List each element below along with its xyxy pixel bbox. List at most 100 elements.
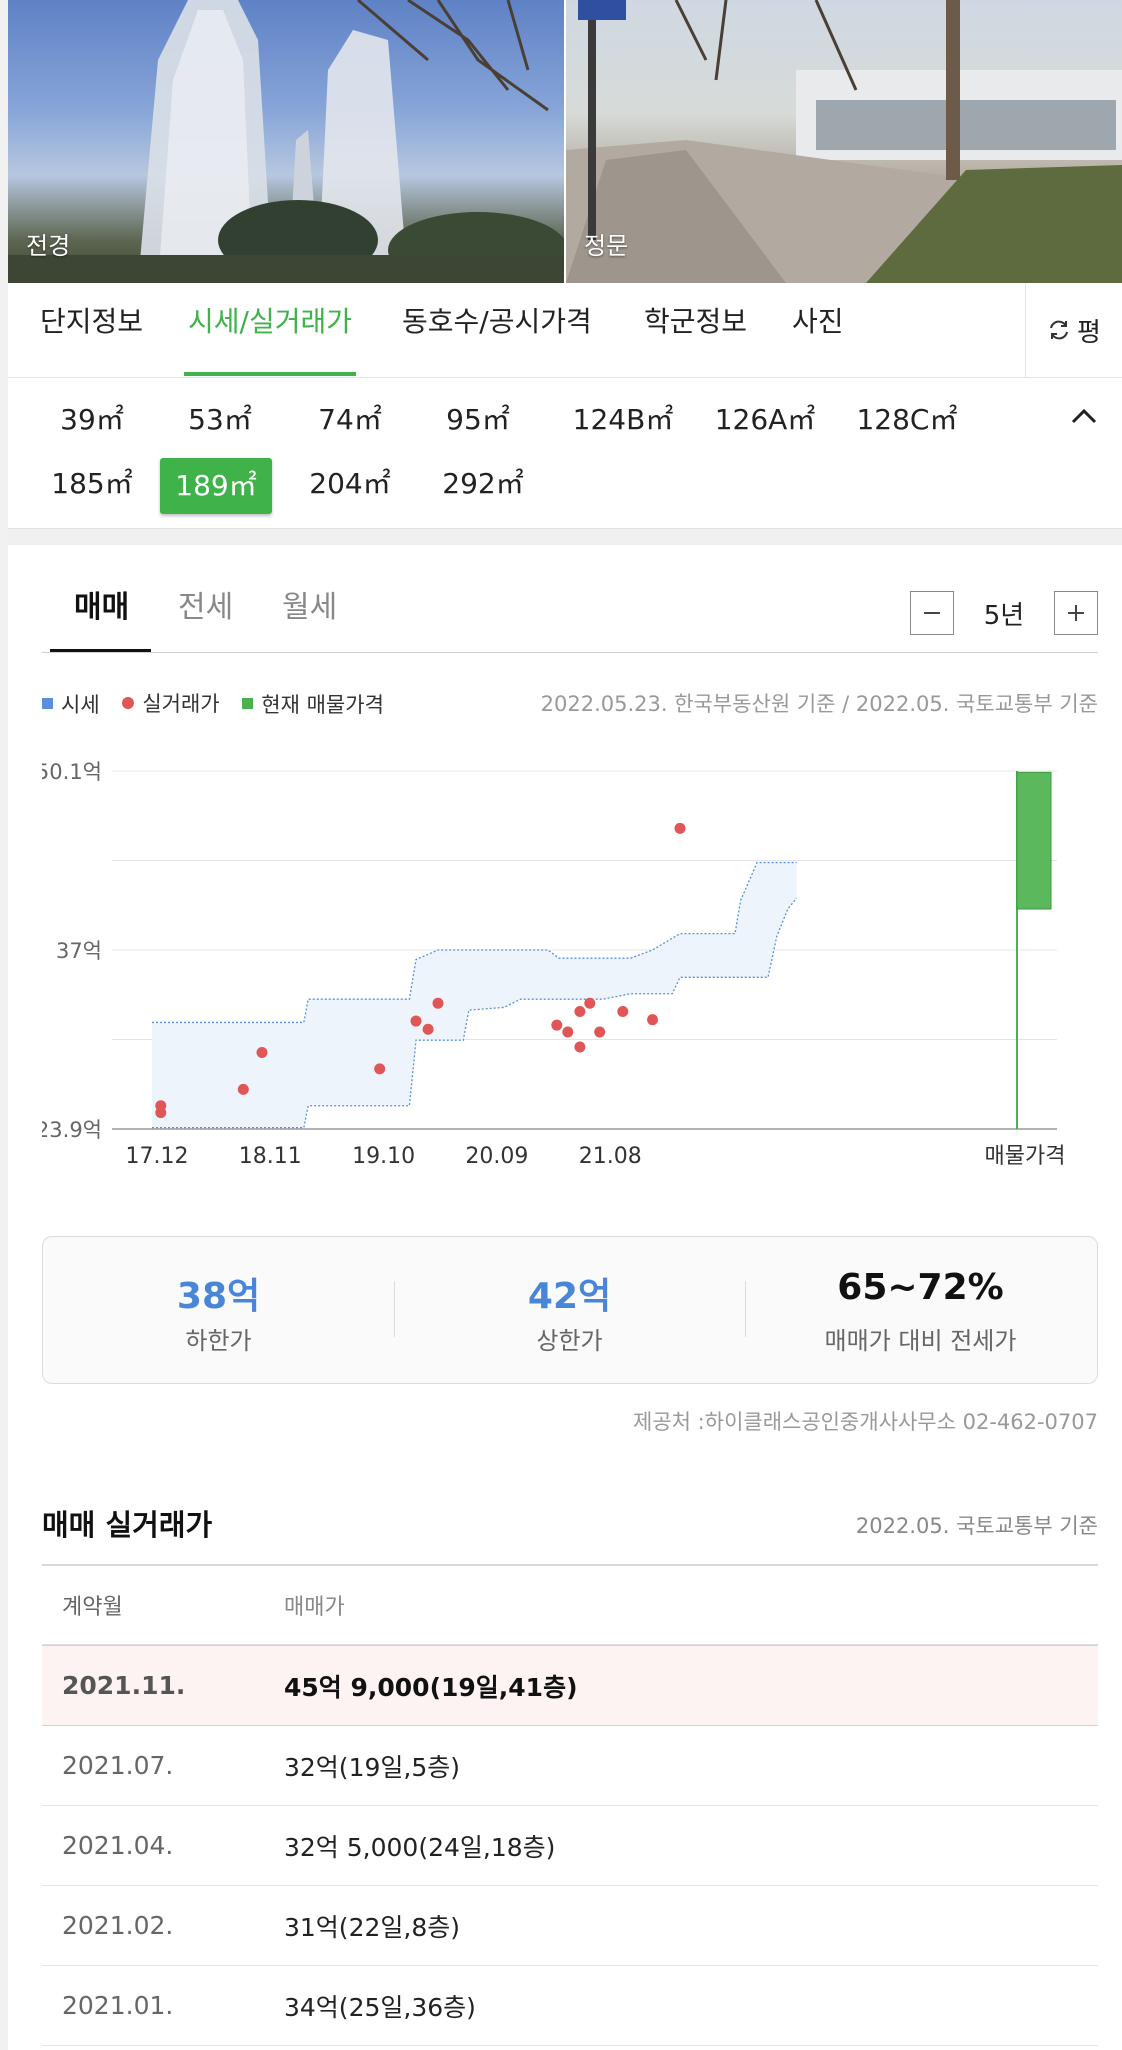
summary-low-label: 하한가 [185, 1327, 252, 1355]
tab-school-info[interactable]: 학군정보 [644, 283, 747, 377]
x-tick-label: 21.08 [579, 1144, 642, 1169]
size-option[interactable]: 95㎡ [418, 392, 538, 448]
size-option[interactable]: 124B㎡ [558, 392, 688, 448]
photo-strip: 전경 정문 [8, 0, 1122, 283]
price-summary-card: 38억 하한가 42억 상한가 65~72% 매매가 대비 전세가 [42, 1236, 1098, 1384]
collapse-chevron-up-icon[interactable] [1070, 406, 1098, 426]
summary-high-value: 42억 [527, 1276, 612, 1317]
tab-sale[interactable]: 매매 [49, 580, 152, 652]
table-row[interactable]: 2021.01. 34억(25일,36층) [42, 1966, 1098, 2046]
photo-caption-exterior: 전경 [26, 232, 71, 260]
size-option[interactable]: 74㎡ [290, 392, 410, 448]
table-row[interactable]: 2021.04. 32억 5,000(24일,18층) [42, 1806, 1098, 1886]
deals-table: 계약월 매매가 2021.11. 45억 9,000(19일,41층) 2021… [42, 1564, 1098, 2046]
provider-info: 제공처 :하이클래스공인중개사사무소 02-462-0707 [633, 1410, 1098, 1434]
listing-price-bar[interactable] [1016, 771, 1052, 910]
chart-legend: 시세 실거래가 현재 매물가격 2022.05.23. 한국부동산원 기준 / … [42, 688, 1098, 718]
legend-source-note: 2022.05.23. 한국부동산원 기준 / 2022.05. 국토교통부 기… [540, 692, 1098, 716]
row-price: 34억(25일,36층) [284, 1992, 476, 2022]
legend-square-icon [42, 698, 53, 709]
transaction-point[interactable] [647, 1014, 658, 1026]
tab-complex-info[interactable]: 단지정보 [40, 283, 143, 377]
header-month: 계약월 [62, 1595, 123, 1620]
transaction-point[interactable] [674, 822, 686, 834]
deals-title: 매매 실거래가 [42, 1508, 213, 1542]
transaction-point[interactable] [410, 1015, 422, 1027]
transaction-point[interactable] [432, 997, 444, 1009]
left-edge [0, 0, 8, 2050]
size-selector: 39㎡ 53㎡ 74㎡ 95㎡ 124B㎡ 126A㎡ 128C㎡ 185㎡ 1… [8, 378, 1122, 528]
summary-high: 42억 상한가 [394, 1237, 745, 1383]
tab-prices[interactable]: 시세/실거래가 [184, 283, 356, 377]
photo-exterior[interactable]: 전경 [8, 0, 564, 283]
page: 전경 정문 단지정보 시세/실거래가 동호수/공시가격 학군정보 사진 평 39… [8, 0, 1122, 2050]
transaction-point[interactable] [256, 1046, 268, 1058]
x-tick-label: 17.12 [126, 1144, 189, 1169]
unit-toggle-button[interactable]: 평 [1025, 283, 1122, 377]
size-option[interactable]: 292㎡ [418, 456, 548, 512]
transaction-point[interactable] [617, 1005, 629, 1017]
gate-illustration [566, 0, 1122, 283]
period-increase-button[interactable] [1054, 591, 1098, 635]
transaction-point[interactable] [155, 1100, 167, 1112]
size-option[interactable]: 39㎡ [32, 392, 152, 448]
tab-photos[interactable]: 사진 [792, 283, 844, 377]
row-month: 2021.11. [62, 1671, 186, 1700]
row-price: 31억(22일,8층) [284, 1912, 460, 1942]
table-row[interactable]: 2021.07. 32억(19일,5층) [42, 1726, 1098, 1806]
size-option[interactable]: 53㎡ [160, 392, 280, 448]
transaction-point[interactable] [574, 1005, 586, 1017]
photo-main-gate[interactable]: 정문 [566, 0, 1122, 283]
transaction-point[interactable] [374, 1063, 386, 1075]
transaction-point[interactable] [422, 1023, 434, 1035]
transaction-point[interactable] [584, 997, 596, 1009]
row-price: 45억 9,000(19일,41층) [284, 1672, 578, 1702]
tab-jeonse[interactable]: 전세 [178, 580, 233, 650]
period-decrease-button[interactable] [910, 591, 954, 635]
row-price: 32억(19일,5층) [284, 1752, 460, 1782]
y-tick-label: 23.9억 [42, 1118, 102, 1142]
x-tick-label: 20.09 [465, 1144, 528, 1169]
row-month: 2021.01. [62, 1991, 174, 2020]
row-month: 2021.04. [62, 1831, 174, 1860]
size-option-selected[interactable]: 189㎡ [160, 458, 272, 514]
x-tick-label: 매물가격 [985, 1144, 1066, 1169]
table-header: 계약월 매매가 [42, 1566, 1098, 1645]
size-option[interactable]: 204㎡ [290, 456, 410, 512]
period-label: 5년 [983, 600, 1025, 631]
x-tick-label: 18.11 [239, 1144, 302, 1169]
transaction-point[interactable] [237, 1083, 249, 1095]
size-option[interactable]: 126A㎡ [700, 392, 830, 448]
header-price: 매매가 [284, 1595, 345, 1620]
row-price: 32억 5,000(24일,18층) [284, 1832, 556, 1862]
market-price-band [152, 862, 797, 1128]
transaction-point[interactable] [562, 1026, 574, 1038]
size-option[interactable]: 128C㎡ [842, 392, 972, 448]
legend-item-transaction: 실거래가 [122, 688, 220, 718]
price-chart[interactable]: 50.1억 37억 23.9억 17.12 18.11 19.10 20.09 21.08 매물… [42, 745, 1098, 1175]
y-tick-label: 50.1억 [42, 760, 102, 784]
tab-units-official-price[interactable]: 동호수/공시가격 [402, 283, 592, 377]
legend-dot-icon [122, 697, 135, 709]
transaction-point[interactable] [594, 1026, 606, 1038]
deals-source-note: 2022.05. 국토교통부 기준 [855, 1514, 1098, 1538]
transaction-point[interactable] [574, 1041, 586, 1053]
row-month: 2021.07. [62, 1751, 174, 1780]
table-row[interactable]: 2021.02. 31억(22일,8층) [42, 1886, 1098, 1966]
summary-high-label: 상한가 [536, 1327, 603, 1355]
transaction-point[interactable] [551, 1019, 563, 1031]
unit-toggle-label: 평 [1077, 317, 1101, 348]
photo-caption-main-gate: 정문 [584, 232, 629, 260]
tab-monthly-rent[interactable]: 월세 [282, 580, 337, 650]
refresh-icon [1050, 320, 1069, 340]
legend-item-market-price: 시세 [42, 689, 100, 719]
size-option[interactable]: 185㎡ [32, 456, 152, 512]
towers-illustration [8, 0, 564, 283]
summary-ratio: 65~72% 매매가 대비 전세가 [745, 1237, 1096, 1383]
table-row-highlighted[interactable]: 2021.11. 45억 9,000(19일,41층) [42, 1645, 1098, 1726]
section-divider [8, 528, 1122, 545]
plus-icon [1068, 605, 1084, 621]
minus-icon [924, 612, 940, 614]
row-month: 2021.02. [62, 1911, 174, 1940]
info-tabs: 단지정보 시세/실거래가 동호수/공시가격 학군정보 사진 평 [8, 283, 1122, 378]
